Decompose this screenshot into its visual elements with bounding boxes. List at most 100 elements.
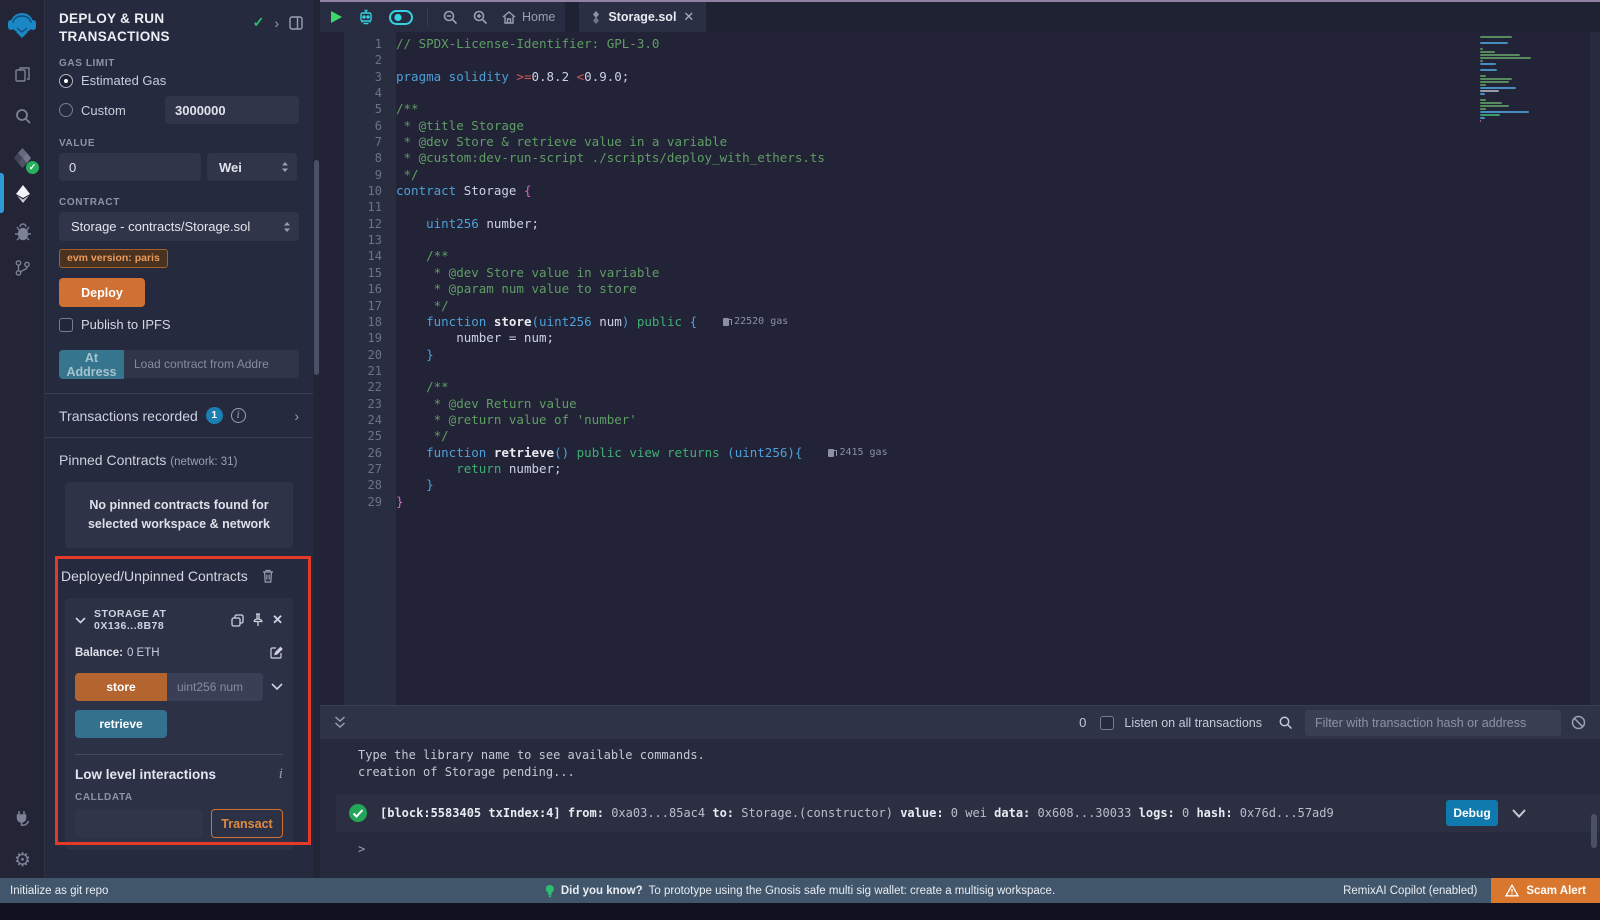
copilot-status[interactable]: RemixAI Copilot (enabled) — [1343, 885, 1477, 897]
contract-instance-title: STORAGE AT 0X136...8B78 — [94, 608, 223, 632]
chevron-down-icon[interactable] — [271, 683, 283, 691]
code-line[interactable]: 23 * @dev Return value — [320, 396, 888, 412]
code-line[interactable]: 25 */ — [320, 428, 888, 444]
listen-all-checkbox[interactable] — [1100, 716, 1114, 730]
debug-button[interactable]: Debug — [1446, 800, 1498, 826]
run-script-icon[interactable] — [330, 10, 343, 24]
clear-console-icon[interactable] — [1571, 715, 1586, 730]
transactions-recorded-row[interactable]: Transactions recorded 1 i › — [45, 394, 313, 437]
code-line[interactable]: 14 /** — [320, 248, 888, 264]
estimated-gas-radio[interactable] — [59, 74, 73, 88]
panel-scrollbar[interactable] — [313, 0, 320, 878]
code-line[interactable]: 4 — [320, 85, 888, 101]
pin-icon[interactable] — [252, 613, 264, 627]
code-line[interactable]: 12 uint256 number; — [320, 216, 888, 232]
code-line[interactable]: 10contract Storage { — [320, 183, 888, 199]
code-line[interactable]: 17 */ — [320, 298, 888, 314]
code-line[interactable]: 24 * @return value of 'number' — [320, 412, 888, 428]
pin-panel-icon[interactable] — [289, 16, 303, 30]
ai-assistant-icon[interactable] — [357, 9, 375, 26]
at-address-input[interactable] — [124, 350, 299, 378]
estimated-gas-option[interactable]: Estimated Gas — [59, 73, 299, 88]
solidity-compiler-icon[interactable]: ✓ — [0, 140, 45, 176]
panel-collapse-icon[interactable]: › — [274, 15, 279, 31]
code-line[interactable]: 2 — [320, 52, 888, 68]
scam-alert-button[interactable]: Scam Alert — [1491, 878, 1600, 903]
at-address-button[interactable]: At Address — [59, 350, 124, 379]
info-icon[interactable]: i — [279, 767, 283, 782]
transact-button[interactable]: Transact — [211, 809, 283, 838]
code-line[interactable]: 16 * @param num value to store — [320, 281, 888, 297]
store-args-input[interactable] — [167, 673, 263, 701]
code-line[interactable]: 8 * @custom:dev-run-script ./scripts/dep… — [320, 150, 888, 166]
custom-gas-input[interactable] — [165, 96, 299, 124]
minimap[interactable] — [1480, 36, 1538, 123]
chevron-down-icon[interactable] — [1512, 809, 1526, 818]
settings-icon[interactable]: ⚙ — [0, 842, 45, 878]
git-icon[interactable] — [0, 250, 45, 286]
tab-storage-sol[interactable]: Storage.sol ✕ — [579, 2, 706, 32]
terminal-body[interactable]: Type the library name to see available c… — [320, 739, 1600, 856]
code-line[interactable]: 3pragma solidity >=0.8.2 <0.9.0; — [320, 69, 888, 85]
copy-icon[interactable] — [231, 614, 244, 627]
code-line[interactable]: 18 function store(uint256 num) public {2… — [320, 314, 888, 330]
code-editor[interactable]: 1// SPDX-License-Identifier: GPL-3.023pr… — [320, 32, 1600, 705]
code-line[interactable]: 13 — [320, 232, 888, 248]
code-line[interactable]: 9 */ — [320, 167, 888, 183]
code-line[interactable]: 11 — [320, 199, 888, 215]
code-line[interactable]: 21 — [320, 363, 888, 379]
custom-gas-option-label: Custom — [81, 103, 126, 118]
search-icon[interactable] — [1278, 715, 1293, 730]
close-icon[interactable]: ✕ — [272, 612, 283, 628]
publish-to-ipfs-option[interactable]: Publish to IPFS — [59, 317, 299, 332]
value-unit-select[interactable]: Wei — [207, 153, 297, 181]
terminal-filter-input[interactable] — [1305, 710, 1561, 736]
contract-select[interactable]: Storage - contracts/Storage.sol — [59, 212, 299, 241]
home-tab[interactable]: Home — [502, 10, 555, 24]
chevron-right-icon[interactable]: › — [294, 408, 299, 424]
terminal-prompt[interactable]: > — [358, 842, 1600, 856]
code-line[interactable]: 28 } — [320, 477, 888, 493]
zoom-out-icon[interactable] — [442, 9, 458, 25]
info-icon[interactable]: i — [231, 408, 246, 423]
gas-pump-icon — [828, 449, 834, 457]
calldata-input[interactable] — [75, 809, 203, 838]
code-line[interactable]: 5/** — [320, 101, 888, 117]
edit-icon[interactable] — [270, 646, 283, 659]
terminal-scrollbar-thumb[interactable] — [1591, 814, 1597, 848]
chevrons-down-icon[interactable] — [334, 716, 346, 729]
code-line[interactable]: 26 function retrieve() public view retur… — [320, 445, 888, 461]
file-explorer-icon[interactable] — [0, 56, 45, 92]
debugger-icon[interactable] — [0, 214, 45, 250]
scrollbar-thumb[interactable] — [314, 160, 319, 375]
value-input[interactable] — [59, 153, 201, 181]
publish-ipfs-checkbox[interactable] — [59, 318, 73, 332]
code-line[interactable]: 15 * @dev Store value in variable — [320, 265, 888, 281]
transaction-log-row[interactable]: [block:5583405 txIndex:4] from: 0xa03...… — [336, 794, 1600, 832]
code-content[interactable]: 1// SPDX-License-Identifier: GPL-3.023pr… — [320, 36, 888, 510]
deploy-button[interactable]: Deploy — [59, 278, 145, 307]
code-line[interactable]: 27 return number; — [320, 461, 888, 477]
code-line[interactable]: 20 } — [320, 347, 888, 363]
code-line[interactable]: 19 number = num; — [320, 330, 888, 346]
custom-gas-radio[interactable] — [59, 103, 73, 117]
zoom-in-icon[interactable] — [472, 9, 488, 25]
code-line[interactable]: 7 * @dev Store & retrieve value in a var… — [320, 134, 888, 150]
code-line[interactable]: 1// SPDX-License-Identifier: GPL-3.0 — [320, 36, 888, 52]
git-init-button[interactable]: Initialize as git repo — [10, 885, 108, 897]
search-icon[interactable] — [0, 98, 45, 134]
close-tab-icon[interactable]: ✕ — [683, 9, 694, 25]
retrieve-function-button[interactable]: retrieve — [75, 710, 167, 738]
plugin-manager-icon[interactable] — [0, 800, 45, 836]
deploy-run-icon[interactable] — [0, 176, 45, 212]
remix-logo-icon[interactable] — [5, 8, 39, 42]
chevron-down-icon[interactable] — [75, 617, 86, 624]
store-function-button[interactable]: store — [75, 673, 167, 701]
value-unit-label: Wei — [219, 160, 242, 175]
copilot-toggle[interactable] — [389, 10, 413, 25]
trash-icon[interactable] — [262, 569, 274, 583]
code-line[interactable]: 29} — [320, 494, 888, 510]
code-line[interactable]: 22 /** — [320, 379, 888, 395]
code-line[interactable]: 6 * @title Storage — [320, 118, 888, 134]
editor-scrollbar[interactable] — [1590, 32, 1600, 705]
